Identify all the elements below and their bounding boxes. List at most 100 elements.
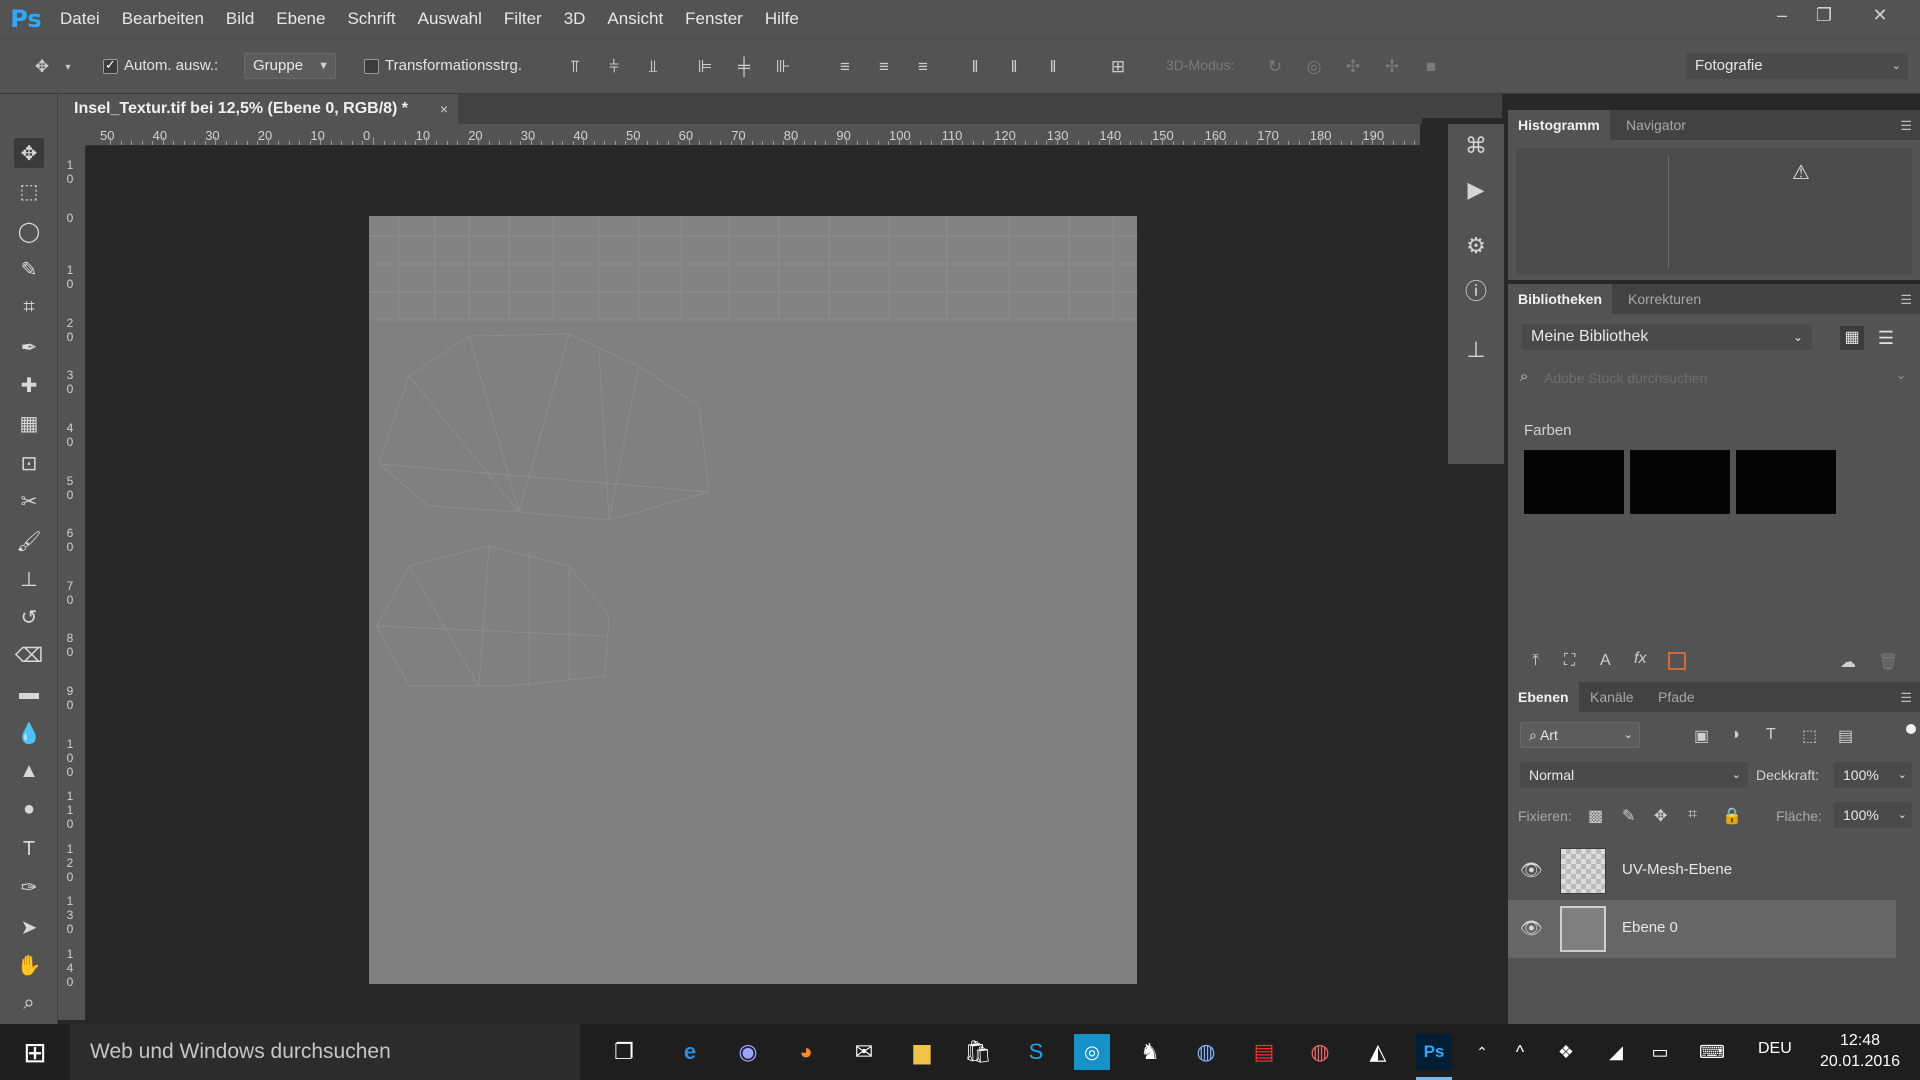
- add-text-style-icon[interactable]: A: [1600, 652, 1611, 670]
- menu-ansicht[interactable]: Ansicht: [599, 0, 671, 38]
- document-tab[interactable]: Insel_Textur.tif bei 12,5% (Ebene 0, RGB…: [58, 94, 458, 124]
- filter-type-icon[interactable]: T: [1766, 726, 1776, 744]
- menu-datei[interactable]: Datei: [52, 0, 108, 38]
- menu-3d[interactable]: 3D: [556, 0, 594, 38]
- 3d-slide-icon[interactable]: ✢: [1380, 55, 1404, 79]
- browser-icon[interactable]: ◉: [730, 1034, 766, 1070]
- color-swatch-2[interactable]: [1630, 450, 1730, 514]
- minimize-icon[interactable]: –: [1762, 0, 1802, 30]
- panel-collapse-bar[interactable]: [1422, 94, 1502, 118]
- info-icon[interactable]: ⓘ: [1460, 274, 1492, 306]
- panel-menu-icon[interactable]: ☰: [1900, 292, 1912, 308]
- close-icon[interactable]: ✕: [1860, 0, 1900, 30]
- hand-tool-icon[interactable]: ✋: [14, 950, 44, 980]
- auto-align-icon[interactable]: ⊞: [1106, 55, 1130, 79]
- add-color-icon[interactable]: ⛶: [1564, 652, 1575, 670]
- tab-korrekturen[interactable]: Korrekturen: [1618, 284, 1711, 314]
- burn-tool-icon[interactable]: ●: [14, 794, 44, 824]
- brush-tool-icon[interactable]: 🖌: [14, 526, 44, 556]
- menu-bild[interactable]: Bild: [218, 0, 262, 38]
- store-icon[interactable]: 🛍: [960, 1034, 996, 1070]
- menu-bearbeiten[interactable]: Bearbeiten: [114, 0, 212, 38]
- filter-pixel-icon[interactable]: ▣: [1694, 726, 1709, 746]
- horizontal-ruler[interactable]: 50 40 30 20 10 0 10 20 30 40 50 60 70 80 90 100 110 120 13…: [86, 124, 1420, 146]
- menu-fenster[interactable]: Fenster: [677, 0, 751, 38]
- transform-controls-checkbox[interactable]: [364, 59, 379, 74]
- distribute-bottom-icon[interactable]: ≡: [911, 55, 935, 79]
- chevron-down-icon[interactable]: ⌄: [1896, 368, 1906, 382]
- blur-tool-icon[interactable]: 💧: [14, 718, 44, 748]
- auto-select-checkbox[interactable]: [103, 57, 118, 74]
- photoshop-taskbar-icon[interactable]: Ps: [1416, 1034, 1452, 1080]
- red-eye-tool-icon[interactable]: ✂: [14, 486, 44, 516]
- upload-icon[interactable]: ⤒: [1532, 652, 1539, 670]
- grid-view-icon[interactable]: ▦: [1840, 326, 1864, 350]
- filter-toggle-icon[interactable]: [1906, 724, 1916, 734]
- pen-tool-icon[interactable]: ✑: [14, 872, 44, 902]
- network-icon[interactable]: ◢: [1598, 1034, 1634, 1070]
- vertical-ruler[interactable]: 10 0 10 20 30 40 50 60 70 80 90 100 110 120 130 140: [58, 146, 86, 1020]
- 3d-orbit-icon[interactable]: ↻: [1263, 55, 1287, 79]
- file-explorer-icon[interactable]: ▆: [904, 1034, 940, 1070]
- warning-icon[interactable]: ⚠: [1792, 160, 1810, 185]
- close-icon[interactable]: ×: [440, 94, 448, 124]
- menu-auswahl[interactable]: Auswahl: [410, 0, 490, 38]
- distribute-top-icon[interactable]: ≡: [833, 55, 857, 79]
- move-tool-icon[interactable]: ✥: [14, 138, 44, 168]
- distribute-hcenter-icon[interactable]: ‖: [1002, 55, 1026, 79]
- firefox-icon[interactable]: ◕: [788, 1034, 824, 1070]
- crop-tool-icon[interactable]: ⌗: [14, 292, 44, 322]
- chevron-down-icon[interactable]: ▾: [62, 55, 74, 79]
- align-hcenter-icon[interactable]: ╪: [732, 55, 756, 79]
- quick-selection-tool-icon[interactable]: ✎: [14, 254, 44, 284]
- windows-start-icon[interactable]: ⊞: [0, 1024, 70, 1080]
- clone-source-icon[interactable]: ⊥: [1460, 334, 1492, 366]
- 3d-pan-icon[interactable]: ✣: [1341, 55, 1365, 79]
- tab-histogram[interactable]: Histogramm: [1508, 110, 1610, 140]
- type-tool-icon[interactable]: T: [14, 834, 44, 864]
- canvas-workspace[interactable]: [86, 146, 1420, 1020]
- filter-adjustment-icon[interactable]: ◑: [1730, 726, 1740, 744]
- layer-row[interactable]: 👁 Ebene 0: [1508, 900, 1896, 958]
- align-top-icon[interactable]: ⫪: [563, 55, 587, 79]
- skype-icon[interactable]: S: [1018, 1034, 1054, 1070]
- align-right-icon[interactable]: ⊪: [771, 55, 795, 79]
- opacity-input[interactable]: 100% ⌄: [1834, 762, 1912, 788]
- show-hidden-icons-icon[interactable]: ^: [1502, 1034, 1538, 1070]
- trash-icon[interactable]: 🗑: [1878, 652, 1898, 672]
- align-bottom-icon[interactable]: ⫫: [641, 55, 665, 79]
- clone-stamp-tool-icon[interactable]: ⊥: [14, 564, 44, 594]
- add-graphic-icon[interactable]: [1668, 652, 1686, 670]
- taskbar-scroll-icon[interactable]: ⌃: [1472, 1034, 1492, 1070]
- color-swatch-3[interactable]: [1736, 450, 1836, 514]
- keyboard-icon[interactable]: ⌨: [1694, 1034, 1730, 1070]
- healing-brush-tool-icon[interactable]: ✚: [14, 370, 44, 400]
- layer-row[interactable]: 👁 UV-Mesh-Ebene: [1508, 842, 1896, 900]
- filter-smart-object-icon[interactable]: ▤: [1838, 726, 1853, 746]
- menu-ebene[interactable]: Ebene: [268, 0, 333, 38]
- library-select[interactable]: Meine Bibliothek ⌄: [1522, 324, 1812, 350]
- edge-browser-icon[interactable]: e: [672, 1034, 708, 1070]
- lock-transparent-icon[interactable]: ▩: [1588, 806, 1603, 826]
- content-aware-move-icon[interactable]: ⊡: [14, 448, 44, 478]
- layer-filter-dropdown[interactable]: ⌕ Art ⌄: [1520, 722, 1640, 748]
- eye-icon[interactable]: 👁: [1520, 918, 1543, 939]
- path-selection-tool-icon[interactable]: ➤: [14, 912, 44, 942]
- layer-name[interactable]: UV-Mesh-Ebene: [1622, 861, 1732, 878]
- lock-artboard-icon[interactable]: ⌗: [1688, 806, 1697, 824]
- distribute-vcenter-icon[interactable]: ≡: [872, 55, 896, 79]
- news-app-icon[interactable]: ▤: [1246, 1034, 1282, 1070]
- menu-filter[interactable]: Filter: [496, 0, 550, 38]
- 3d-scale-icon[interactable]: ■: [1419, 55, 1443, 79]
- unity-icon[interactable]: ◭: [1360, 1034, 1396, 1070]
- tab-pfade[interactable]: Pfade: [1648, 682, 1705, 712]
- blend-mode-dropdown[interactable]: Normal ⌄: [1520, 762, 1748, 788]
- mail-icon[interactable]: ✉: [846, 1034, 882, 1070]
- tab-kanaele[interactable]: Kanäle: [1580, 682, 1644, 712]
- taskbar-search-input[interactable]: Web und Windows durchsuchen: [70, 1024, 580, 1080]
- creative-cloud-icon[interactable]: ☁: [1840, 652, 1856, 672]
- panel-menu-icon[interactable]: ☰: [1900, 690, 1912, 706]
- lasso-tool-icon[interactable]: ◯: [14, 216, 44, 246]
- eyedropper-tool-icon[interactable]: ✒: [14, 332, 44, 362]
- filter-shape-icon[interactable]: ⬚: [1802, 726, 1817, 746]
